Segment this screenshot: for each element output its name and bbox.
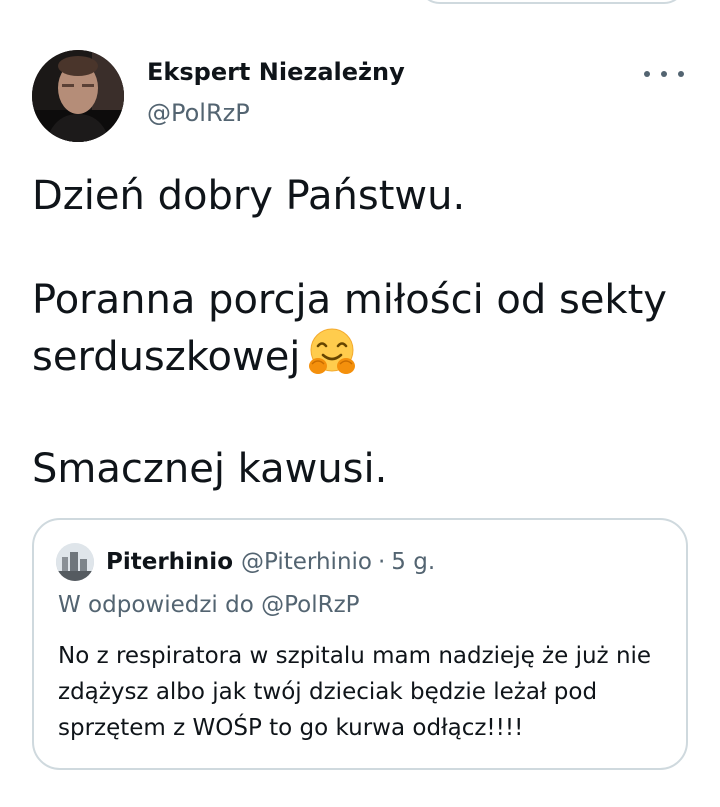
reply-to-label: W odpowiedzi do @PolRzP <box>58 592 360 618</box>
tweet-line-main: Poranna porcja miłości od sekty serduszk… <box>32 274 692 391</box>
author-handle[interactable]: @PolRzP <box>147 99 250 127</box>
hugging-face-emoji-icon <box>306 326 358 391</box>
tweet-line-greeting: Dzień dobry Państwu. <box>32 173 466 219</box>
tweet-header: Ekspert Niezależny @PolRzP <box>32 50 690 142</box>
author-name[interactable]: Ekspert Niezależny <box>147 58 405 86</box>
quoted-tweet-header: Piterhinio @Piterhinio · 5 g. <box>56 542 435 582</box>
more-horizontal-icon[interactable] <box>644 62 684 86</box>
avatar[interactable] <box>32 50 124 142</box>
quoted-tweet[interactable]: Piterhinio @Piterhinio · 5 g. W odpowied… <box>32 518 688 770</box>
top-pill-button[interactable] <box>418 0 686 4</box>
quoted-timestamp[interactable]: 5 g. <box>391 549 435 575</box>
tweet-page: Ekspert Niezależny @PolRzP Dzień dobry P… <box>0 0 720 807</box>
quoted-author-name[interactable]: Piterhinio <box>106 549 233 575</box>
quoted-author-handle[interactable]: @Piterhinio <box>241 549 372 575</box>
quoted-tweet-text: No z respiratora w szpitalu mam nadzieję… <box>58 643 652 741</box>
tweet-line-closing: Smacznej kawusi. <box>32 446 388 492</box>
quoted-avatar[interactable] <box>56 543 94 581</box>
separator-dot: · <box>377 549 386 575</box>
tweet-text: Dzień dobry Państwu. Poranna porcja miło… <box>32 170 692 495</box>
